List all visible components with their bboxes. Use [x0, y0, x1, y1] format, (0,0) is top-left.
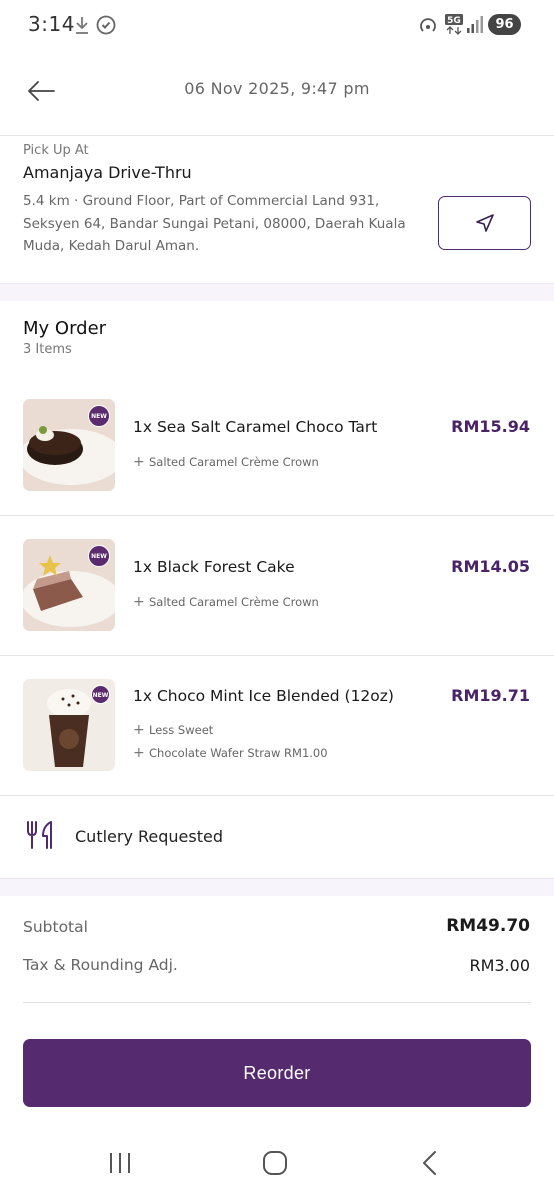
item-price: RM15.94 [451, 417, 530, 436]
new-badge: NEW [88, 545, 110, 567]
battery-icon: 96 [488, 14, 521, 35]
status-time: 3:14 [28, 12, 75, 36]
item-image: NEW [23, 539, 115, 631]
plus-icon: + [133, 594, 145, 610]
item-addon: + Less Sweet [133, 722, 214, 738]
summary-divider [23, 1002, 531, 1003]
plus-icon: + [133, 722, 145, 738]
store-name: Amanjaya Drive-Thru [23, 163, 192, 182]
item-name: 1x Choco Mint Ice Blended (12oz) [133, 687, 394, 705]
subtotal-value: RM49.70 [446, 916, 530, 936]
status-bar: 3:14 5G 96 [0, 0, 554, 52]
header: 06 Nov 2025, 9:47 pm [0, 52, 554, 136]
item-image: NEW [23, 399, 115, 491]
cutlery-row: Cutlery Requested [0, 796, 554, 878]
section-divider [0, 878, 554, 896]
cutlery-icon [25, 820, 55, 854]
hotspot-icon [418, 14, 438, 40]
shield-icon [96, 14, 116, 40]
tax-label: Tax & Rounding Adj. [23, 956, 178, 974]
order-count: 3 Items [23, 342, 72, 357]
pickup-label: Pick Up At [23, 143, 89, 158]
plus-icon: + [133, 745, 145, 761]
5g-icon: 5G [444, 12, 464, 40]
pickup-section: Pick Up At Amanjaya Drive-Thru 5.4 km · … [0, 137, 554, 283]
reorder-button[interactable]: Reorder [23, 1039, 531, 1107]
order-title: My Order [23, 318, 107, 339]
order-datetime: 06 Nov 2025, 9:47 pm [184, 79, 370, 98]
recent-apps-icon[interactable] [108, 1150, 132, 1180]
svg-text:5G: 5G [447, 16, 461, 26]
section-divider [0, 283, 554, 301]
item-addon: + Chocolate Wafer Straw RM1.00 [133, 745, 328, 761]
plus-icon: + [133, 454, 145, 470]
item-price: RM14.05 [451, 557, 530, 576]
new-badge: NEW [88, 405, 110, 427]
system-nav-bar [0, 1130, 554, 1200]
item-image: NEW [23, 679, 115, 771]
item-name: 1x Black Forest Cake [133, 558, 295, 576]
back-icon[interactable] [420, 1150, 440, 1180]
signal-icon [466, 14, 484, 40]
item-addon: + Salted Caramel Crème Crown [133, 594, 319, 610]
item-name: 1x Sea Salt Caramel Choco Tart [133, 418, 378, 436]
item-price: RM19.71 [451, 686, 530, 705]
cutlery-label: Cutlery Requested [75, 827, 223, 846]
navigate-button[interactable] [438, 196, 531, 250]
order-item: NEW 1x Black Forest Cake RM14.05 + Salted… [0, 539, 554, 656]
order-item: NEW 1x Sea Salt Caramel Choco Tart RM15.… [0, 399, 554, 516]
tax-value: RM3.00 [469, 956, 530, 975]
subtotal-label: Subtotal [23, 918, 88, 936]
store-address: 5.4 km · Ground Floor, Part of Commercia… [23, 193, 406, 254]
item-addon: + Salted Caramel Crème Crown [133, 454, 319, 470]
home-icon[interactable] [262, 1150, 288, 1180]
new-badge: NEW [91, 685, 110, 704]
download-icon [74, 14, 90, 40]
order-item: NEW 1x Choco Mint Ice Blended (12oz) RM1… [0, 679, 554, 796]
navigate-icon [476, 214, 494, 232]
